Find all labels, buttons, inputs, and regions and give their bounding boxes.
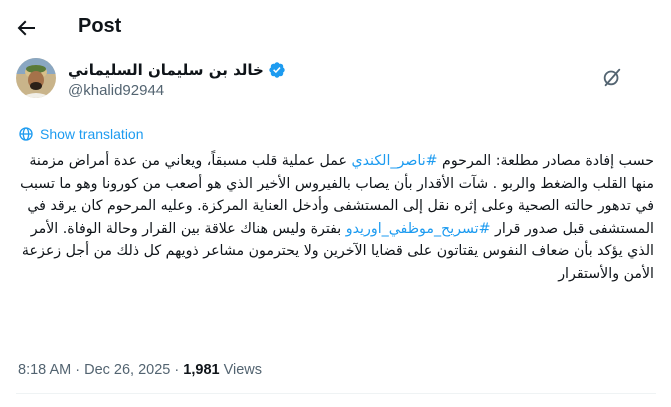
post-header: Post bbox=[0, 0, 671, 53]
back-button[interactable] bbox=[14, 16, 38, 40]
views-count: 1,981 bbox=[183, 362, 220, 378]
meta-separator: · bbox=[174, 362, 180, 378]
arrow-left-icon bbox=[17, 20, 35, 36]
verified-badge-icon[interactable] bbox=[268, 61, 286, 79]
views-label: Views bbox=[223, 362, 263, 378]
tweet-text-segment: حسب إفادة مصادر مطلعة: المرحوم bbox=[437, 153, 654, 169]
grok-button[interactable] bbox=[601, 66, 623, 88]
show-translation-link[interactable]: Show translation bbox=[18, 126, 144, 142]
avatar-image bbox=[16, 58, 56, 98]
author-names: خالد بن سليمان السليماني @khalid92944 bbox=[68, 61, 286, 99]
hashtag-link[interactable]: #تسريح_موظفي_اوريدو bbox=[346, 221, 491, 237]
page-title: Post bbox=[78, 15, 122, 37]
tweet-text: حسب إفادة مصادر مطلعة: المرحوم #ناصر_الك… bbox=[16, 150, 654, 285]
post-time[interactable]: 8:18 AM bbox=[18, 362, 71, 378]
author-handle[interactable]: @khalid92944 bbox=[68, 82, 286, 99]
author-row: خالد بن سليمان السليماني @khalid92944 bbox=[0, 56, 671, 112]
show-translation-label: Show translation bbox=[40, 126, 144, 142]
post-meta: 8:18 AM · Dec 26, 2025 · 1,981 Views bbox=[18, 362, 262, 378]
avatar[interactable] bbox=[16, 58, 56, 98]
display-name[interactable]: خالد بن سليمان السليماني bbox=[68, 61, 264, 79]
divider bbox=[16, 393, 656, 394]
display-name-line: خالد بن سليمان السليماني bbox=[68, 61, 286, 79]
post-date[interactable]: Dec 26, 2025 bbox=[84, 362, 170, 378]
translate-globe-icon bbox=[19, 127, 33, 141]
meta-separator: · bbox=[75, 362, 81, 378]
hashtag-link[interactable]: #ناصر_الكندي bbox=[351, 153, 437, 169]
grok-icon bbox=[603, 68, 621, 87]
